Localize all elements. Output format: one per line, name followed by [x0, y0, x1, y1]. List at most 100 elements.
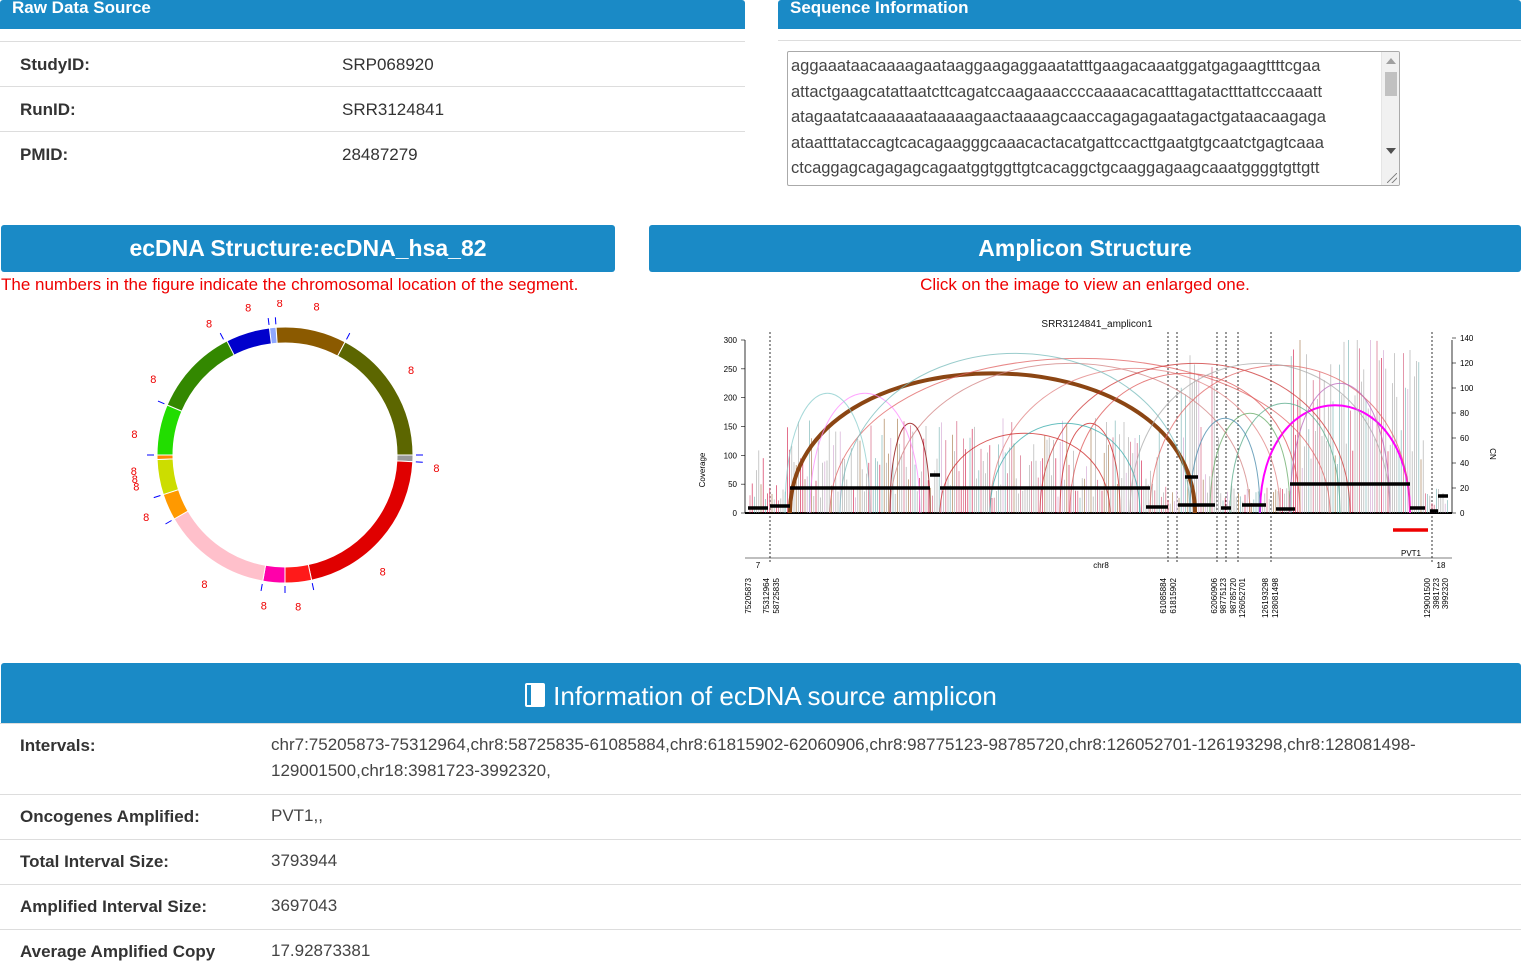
row-runid: RunID: SRR3124841	[0, 86, 745, 131]
amplicon-plot[interactable]: SRR3124841_amplicon1 Coverage CN 300 250 2…	[690, 312, 1510, 627]
segment-location-label: 8	[131, 429, 137, 441]
plot-title: SRR3124841_amplicon1	[1041, 319, 1153, 330]
avg-copy-value: 17.92873381	[271, 941, 371, 960]
intervals-value: chr7:75205873-75312964,chr8:58725835-610…	[271, 732, 1416, 784]
ecdna-circle-plot: 8 8 88888888888888	[131, 300, 440, 613]
segment-location-label: 8	[261, 601, 267, 613]
info-row-oncogenes: Oncogenes Amplified: PVT1,,	[0, 794, 1521, 839]
runid-label: RunID:	[20, 100, 76, 119]
resize-handle-icon[interactable]	[1387, 173, 1397, 183]
row-pmid: PMID: 28487279	[0, 131, 745, 176]
info-title: Information of ecDNA source amplicon	[553, 681, 997, 711]
info-row-amplified-size: Amplified Interval Size: 3697043	[0, 884, 1521, 929]
breakpoint-arc	[889, 362, 1251, 514]
segment-location-label: 8	[150, 374, 156, 386]
info-row-avg-copy: Average Amplified Copy 17.92873381	[0, 929, 1521, 967]
sequence-textarea[interactable]: aggaaataacaaaagaataaggaagaggaaatatttgaag…	[787, 51, 1400, 186]
left-tick-label: 150	[724, 423, 738, 432]
position-label: 75312964	[762, 577, 771, 613]
ecdna-segment	[156, 458, 180, 496]
ecdna-segment	[173, 510, 267, 582]
segment-location-label: 8	[201, 579, 207, 591]
sequence-divider	[778, 40, 1521, 41]
position-label: 3981723	[1432, 577, 1441, 609]
row-studyid: StudyID: SRP068920	[0, 41, 745, 86]
oncogenes-label: Oncogenes Amplified:	[20, 807, 200, 826]
right-tick-label: 140	[1460, 334, 1474, 343]
right-tick-label: 80	[1460, 409, 1469, 418]
sequence-line: attactgaagcatattaatcttcagatccaagaaacccca…	[791, 82, 1323, 101]
position-label: 126052701	[1238, 577, 1247, 618]
sequence-line: aggaaataacaaaagaataaggaagaggaaatatttgaag…	[791, 57, 1321, 75]
segment-location-label: 8	[245, 303, 251, 315]
studyid-label: StudyID:	[20, 55, 90, 74]
structure-note: The numbers in the figure indicate the c…	[1, 275, 579, 294]
scroll-up-icon[interactable]	[1386, 58, 1396, 64]
gene-label: PVT1	[1401, 549, 1422, 558]
oncogenes-value: PVT1,,	[271, 806, 323, 825]
sequence-header: Sequence Information	[778, 0, 1521, 29]
segment-location-label: 8	[314, 301, 320, 313]
runid-value: SRR3124841	[342, 100, 445, 119]
ecdna-segment	[166, 340, 235, 412]
segment-location-label: 8	[277, 300, 283, 310]
sequence-scrollbar[interactable]	[1381, 52, 1399, 185]
segment-location-label: 8	[206, 318, 212, 330]
right-tick-label: 100	[1460, 384, 1474, 393]
position-label: 129001500	[1423, 577, 1432, 618]
segment-tick	[260, 583, 263, 591]
right-tick-label: 0	[1460, 509, 1465, 518]
segment-location-label: 8	[295, 601, 301, 613]
studyid-value: SRP068920	[342, 55, 434, 74]
segment-tick	[346, 332, 351, 340]
right-tick-label: 40	[1460, 459, 1469, 468]
segment-tick	[153, 495, 161, 499]
sequence-line: atagaatatcaaaaaataaaaagaactaaaagcaaccaga…	[791, 108, 1326, 126]
intervals-line-1: chr7:75205873-75312964,chr8:58725835-610…	[271, 735, 1416, 754]
sequence-title: Sequence Information	[790, 0, 969, 17]
intervals-line-2: 129001500,chr18:3981723-3992320,	[271, 761, 551, 780]
segment-location-label: 8	[143, 512, 149, 524]
amplified-size-label: Amplified Interval Size:	[20, 897, 208, 916]
chr8-label: chr8	[1093, 561, 1109, 570]
sequence-line: ctcaggagcagagagcagaatggtggttgtcacaggctgc…	[791, 159, 1320, 177]
pmid-label: PMID:	[20, 145, 69, 164]
chr7-label: 7	[756, 561, 761, 570]
avg-copy-label: Average Amplified Copy	[20, 942, 216, 961]
scroll-thumb[interactable]	[1385, 72, 1397, 96]
position-label: 61815902	[1169, 577, 1178, 613]
position-label: 62060906	[1210, 577, 1219, 613]
pmid-value: 28487279	[342, 145, 418, 164]
amplicon-note: Click on the image to view an enlarged o…	[920, 275, 1250, 294]
breakpoint-arc	[788, 371, 1197, 514]
position-label: 3992320	[1441, 577, 1450, 609]
ylabel-coverage: Coverage	[698, 452, 707, 487]
segment-tick	[311, 583, 315, 591]
position-label: 61085884	[1159, 577, 1168, 613]
position-label: 58725835	[772, 577, 781, 613]
book-icon	[525, 683, 546, 707]
ecdna-segment	[307, 460, 414, 581]
segment-tick	[157, 400, 165, 405]
total-size-value: 3793944	[271, 851, 338, 870]
info-header: Information of ecDNA source amplicon	[1, 663, 1521, 723]
position-label: 98785720	[1229, 577, 1238, 613]
chr18-label: 18	[1437, 561, 1446, 570]
breakpoint-arc	[829, 358, 1331, 514]
scroll-down-icon[interactable]	[1386, 148, 1396, 154]
ecdna-segment	[262, 564, 286, 584]
intervals-label: Intervals:	[20, 736, 96, 755]
ecdna-segment	[336, 341, 414, 456]
segment-location-label: 8	[433, 463, 439, 475]
info-row-intervals: Intervals: chr7:75205873-75312964,chr8:5…	[0, 723, 1521, 794]
ecdna-segment	[156, 454, 174, 460]
segment-location-label: 8	[380, 566, 386, 578]
segment-location-label: 8	[408, 365, 414, 377]
right-tick-label: 20	[1460, 484, 1469, 493]
amplified-size-value: 3697043	[271, 896, 338, 915]
left-tick-label: 300	[724, 336, 738, 345]
left-tick-label: 50	[728, 480, 737, 489]
position-label: 98775123	[1219, 577, 1228, 613]
left-tick-label: 250	[724, 365, 738, 374]
ecdna-segment	[275, 326, 346, 357]
